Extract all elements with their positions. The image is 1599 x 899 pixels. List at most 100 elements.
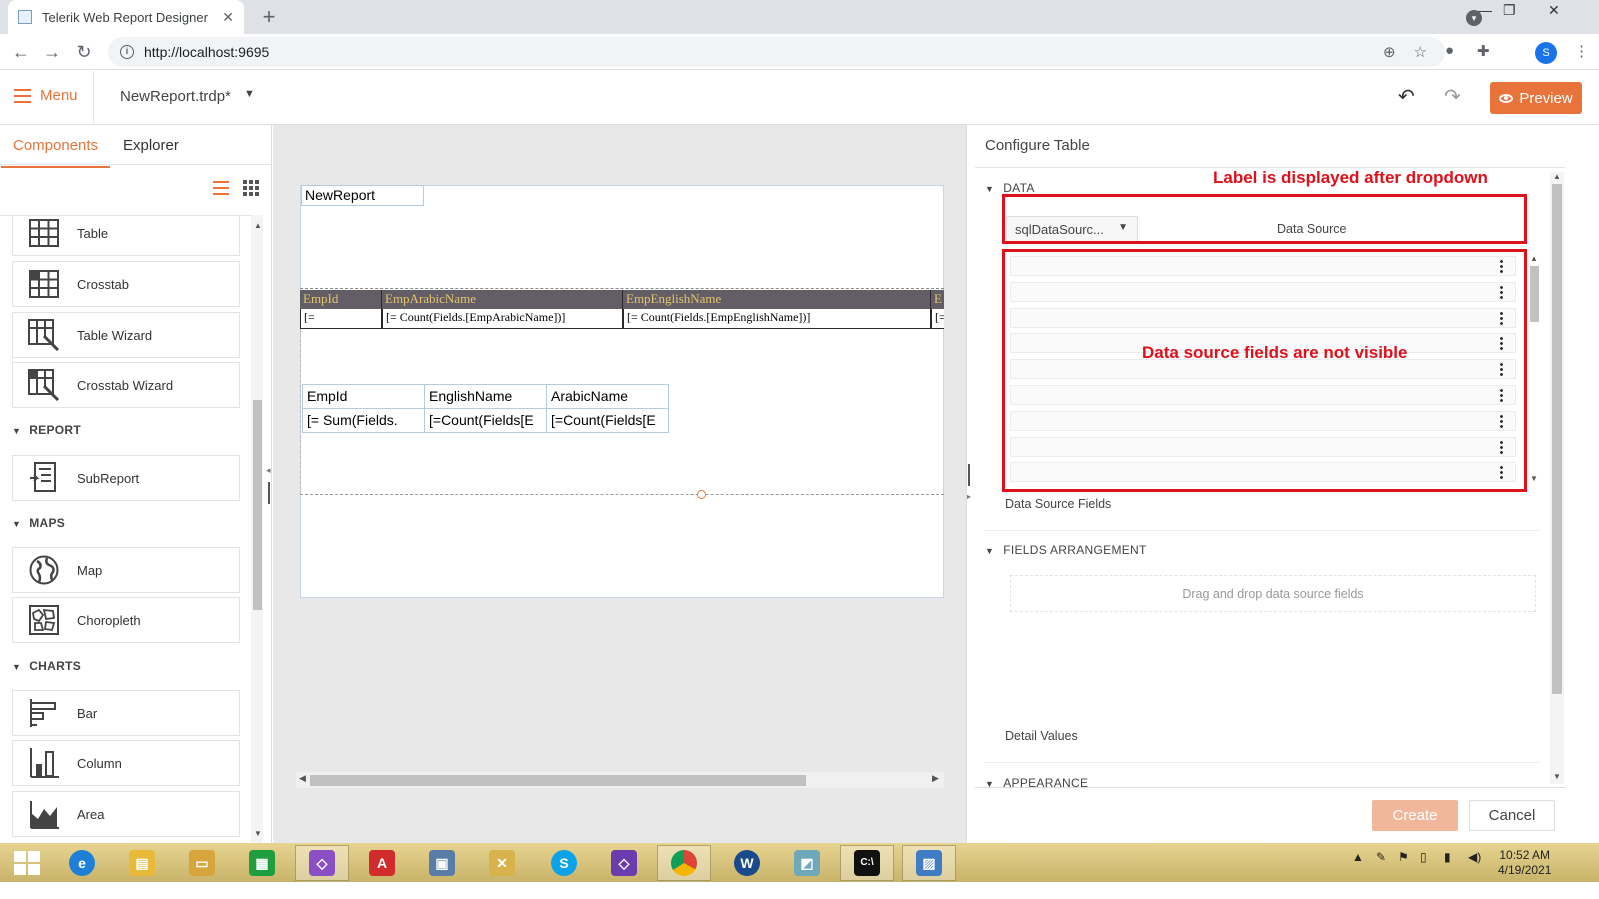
menu-button[interactable]: Menu [14, 87, 78, 104]
list-view-icon[interactable] [213, 181, 229, 195]
table-data-cell[interactable]: [= [931, 309, 944, 329]
scrollbar-thumb[interactable] [253, 400, 262, 610]
report-name[interactable]: NewReport.trdp* [120, 88, 231, 105]
network-icon[interactable]: ▮ [1444, 850, 1451, 864]
component-map[interactable]: Map [12, 547, 240, 593]
pen-icon[interactable]: ✎ [1376, 850, 1386, 864]
table2-data-cell[interactable]: [=Count(Fields[E [546, 408, 669, 433]
section-report[interactable]: ▼ REPORT [12, 423, 81, 437]
components-scrollbar[interactable] [251, 215, 263, 858]
component-bar[interactable]: Bar [12, 690, 240, 736]
notes-icon[interactable]: ◩ [780, 845, 834, 881]
component-table[interactable]: Table [12, 216, 240, 256]
command-prompt-icon[interactable]: C:\ [840, 845, 894, 881]
expand-right-icon[interactable]: ▸ [967, 492, 971, 501]
table-data-cell[interactable]: [= Count(Fields.[EmpEnglishName])] [623, 309, 931, 329]
acrobat-icon[interactable]: A [355, 845, 409, 881]
url-text[interactable]: http://localhost:9695 [144, 44, 1383, 60]
scrollbar-thumb[interactable] [1530, 266, 1539, 322]
undo-icon[interactable]: ↶ [1398, 84, 1415, 109]
scroll-up-icon[interactable]: ▲ [1553, 172, 1561, 181]
app-w-icon[interactable]: W [720, 845, 774, 881]
design-horizontal-scrollbar[interactable]: ◀ ▶ [296, 772, 944, 788]
close-window-button[interactable]: ✕ [1548, 2, 1560, 19]
fields-scrollbar[interactable]: ▲ ▼ [1528, 254, 1540, 486]
visual-studio-icon[interactable]: ◇ [295, 845, 349, 881]
scroll-down-icon[interactable]: ▼ [1530, 474, 1538, 483]
preview-button[interactable]: Preview [1490, 82, 1582, 114]
report-title-textbox[interactable]: NewReport [301, 185, 424, 206]
battery-icon[interactable]: ▯ [1420, 850, 1427, 864]
minimize-button[interactable]: — [1478, 2, 1492, 18]
table-data-cell[interactable]: [= Count(Fields.[EmpArabicName])] [382, 309, 623, 329]
scroll-down-icon[interactable]: ▼ [1553, 772, 1561, 781]
forward-arrow-icon[interactable]: → [40, 40, 64, 64]
address-bar[interactable]: i http://localhost:9695 ⊕ ☆ [108, 37, 1445, 67]
tab-explorer[interactable]: Explorer [123, 137, 179, 154]
tray-expand-icon[interactable]: ▲ [1352, 850, 1364, 864]
extension-icon[interactable]: ● [1445, 42, 1454, 59]
redo-icon[interactable]: ↷ [1444, 84, 1461, 109]
section-charts[interactable]: ▼ CHARTS [12, 659, 81, 673]
component-area[interactable]: Area [12, 791, 240, 837]
skype-icon[interactable]: S [537, 845, 591, 881]
new-tab-button[interactable]: + [256, 4, 282, 30]
cancel-button[interactable]: Cancel [1469, 800, 1555, 831]
table2-header-cell[interactable]: ArabicName [546, 384, 669, 409]
table-header-cell[interactable]: E [931, 290, 944, 309]
component-table-wizard[interactable]: Table Wizard [12, 312, 240, 358]
grid-view-icon[interactable] [243, 180, 259, 196]
scrollbar-thumb[interactable] [310, 775, 806, 786]
section-fields-arrangement[interactable]: ▼ FIELDS ARRANGEMENT [985, 543, 1147, 557]
store-icon[interactable]: ▦ [235, 845, 289, 881]
configure-scrollbar[interactable]: ▲ ▼ [1550, 172, 1564, 784]
component-choropleth[interactable]: Choropleth [12, 597, 240, 643]
fields-drop-zone[interactable]: Drag and drop data source fields [1010, 575, 1536, 612]
component-crosstab[interactable]: Crosstab [12, 261, 240, 307]
file-manager-icon[interactable]: ▤ [115, 845, 169, 881]
visual-studio-2-icon[interactable]: ◇ [597, 845, 651, 881]
section-maps[interactable]: ▼ MAPS [12, 516, 65, 530]
profile-avatar[interactable]: S [1535, 42, 1557, 64]
browser-tab[interactable]: Telerik Web Report Designer ✕ [8, 0, 244, 34]
ie-icon[interactable]: e [55, 845, 109, 881]
section-data[interactable]: ▼ DATA [985, 181, 1035, 195]
component-column[interactable]: Column [12, 740, 240, 786]
scroll-right-icon[interactable]: ▶ [932, 773, 939, 784]
photos-icon[interactable]: ▨ [902, 845, 956, 881]
table2-data-cell[interactable]: [=Count(Fields[E [424, 408, 547, 433]
system-clock[interactable]: 10:52 AM 4/19/2021 [1498, 848, 1551, 878]
create-button[interactable]: Create [1372, 800, 1458, 831]
scroll-left-icon[interactable]: ◀ [299, 773, 306, 784]
tab-components[interactable]: Components [0, 137, 111, 168]
left-splitter-handle[interactable] [268, 482, 270, 504]
extensions-puzzle-icon[interactable]: ✚ [1477, 42, 1490, 60]
band-resize-handle[interactable] [697, 490, 706, 499]
flag-icon[interactable]: ⚑ [1398, 850, 1409, 864]
table2-header-cell[interactable]: EmpId [302, 384, 425, 409]
employee-table[interactable]: EmpId EmpArabicName EmpEnglishName E [= … [300, 288, 944, 329]
collapse-left-icon[interactable]: ◂ [266, 465, 271, 476]
table2-data-cell[interactable]: [= Sum(Fields. [302, 408, 425, 433]
bookmark-star-icon[interactable]: ☆ [1414, 43, 1427, 61]
component-subreport[interactable]: SubReport [12, 455, 240, 501]
scroll-down-icon[interactable]: ▼ [254, 829, 262, 838]
folder-icon[interactable]: ▭ [175, 845, 229, 881]
browser-menu-icon[interactable]: ⋮ [1574, 42, 1589, 60]
maximize-button[interactable]: ❐ [1503, 2, 1516, 19]
reload-icon[interactable]: ↻ [72, 40, 96, 64]
zoom-icon[interactable]: ⊕ [1383, 43, 1396, 61]
table2-header-cell[interactable]: EnglishName [424, 384, 547, 409]
table-data-cell[interactable]: [= [300, 309, 382, 329]
scroll-up-icon[interactable]: ▲ [1530, 254, 1538, 263]
right-splitter-handle[interactable] [968, 464, 970, 486]
site-info-icon[interactable]: i [120, 45, 134, 59]
chrome-icon[interactable] [657, 845, 711, 881]
report-dropdown-icon[interactable]: ▼ [244, 88, 255, 100]
volume-icon[interactable]: ◀) [1468, 850, 1481, 864]
back-arrow-icon[interactable]: ← [9, 40, 33, 64]
table-header-cell[interactable]: EmpArabicName [382, 290, 623, 309]
remote-desktop-icon[interactable]: ▣ [415, 845, 469, 881]
table-header-cell[interactable]: EmpId [300, 290, 382, 309]
component-crosstab-wizard[interactable]: Crosstab Wizard [12, 362, 240, 408]
